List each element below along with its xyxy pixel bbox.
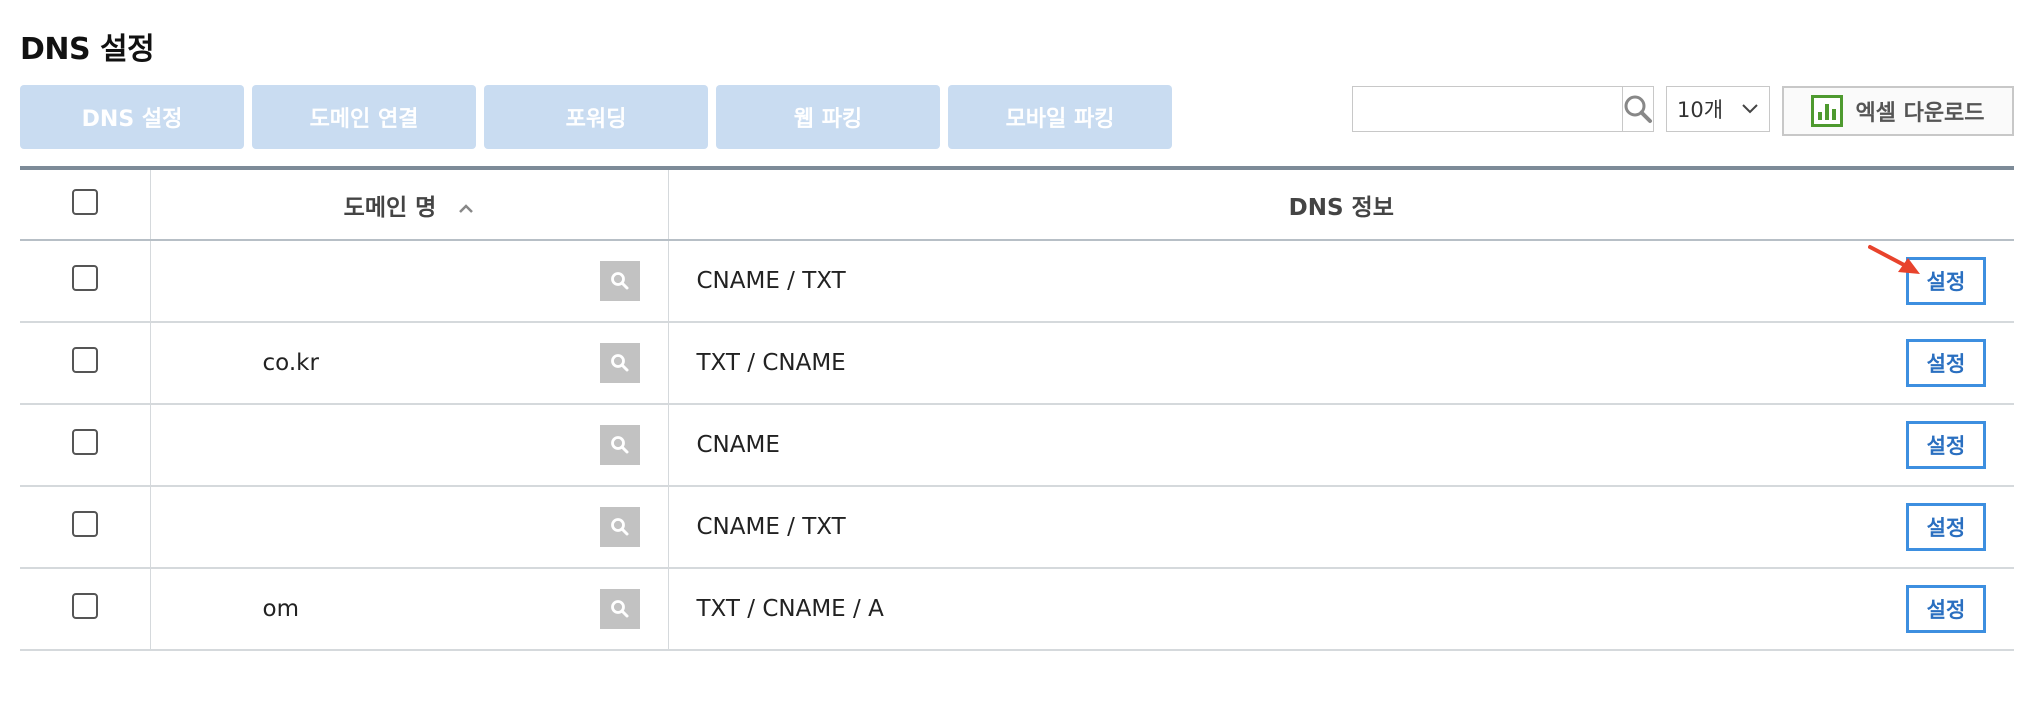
tab-domain-connect[interactable]: 도메인 연결 (252, 85, 476, 149)
excel-chart-icon (1811, 95, 1844, 127)
search-icon (610, 272, 628, 290)
table-row: co.kr TXT / CNAME 설정 (20, 322, 2014, 405)
tab-forwarding[interactable]: 포워딩 (484, 85, 708, 149)
dns-info: CNAME (696, 432, 780, 458)
header-domain-label: 도메인 명 (343, 194, 437, 221)
dns-settings-button[interactable]: 설정 (1906, 585, 1986, 633)
domain-table: 도메인 명 DNS 정보 CNAME / TXT 설정 co.kr TXT / … (20, 166, 2014, 651)
page-size-value: 10개 (1677, 98, 1724, 122)
search-input[interactable] (1353, 87, 1622, 131)
search-box (1352, 86, 1654, 132)
table-row: CNAME / TXT 설정 (20, 240, 2014, 323)
tab-mobile-parking[interactable]: 모바일 파킹 (948, 85, 1172, 149)
search-icon (610, 600, 628, 618)
dns-settings-button[interactable]: 설정 (1906, 421, 1986, 469)
table-header-row: 도메인 명 DNS 정보 (20, 168, 2014, 241)
tab-dns-settings[interactable]: DNS 설정 (20, 85, 244, 149)
dns-info: TXT / CNAME (696, 350, 846, 376)
tab-toolbar: DNS 설정 도메인 연결 포워딩 웹 파킹 모바일 파킹 (20, 85, 1172, 149)
page-title: DNS 설정 (20, 32, 155, 67)
domain-lookup-button[interactable] (599, 261, 640, 301)
row-checkbox[interactable] (71, 511, 98, 537)
domain-lookup-button[interactable] (599, 589, 640, 629)
table-row: CNAME / TXT 설정 (20, 486, 2014, 569)
search-icon (610, 436, 628, 454)
page-size-select[interactable]: 10개 (1666, 86, 1770, 132)
dns-info: CNAME / TXT (696, 268, 846, 294)
dns-settings-button[interactable]: 설정 (1906, 503, 1986, 551)
table-row: CNAME 설정 (20, 404, 2014, 487)
excel-download-button[interactable]: 엑셀 다운로드 (1782, 86, 2014, 136)
tab-web-parking[interactable]: 웹 파킹 (716, 85, 940, 149)
header-select-cell (20, 168, 151, 241)
dns-info: CNAME / TXT (696, 514, 846, 540)
annotation-arrow-icon (1868, 245, 1920, 274)
search-icon (1624, 95, 1652, 123)
search-icon (610, 354, 628, 372)
chevron-up-icon[interactable] (458, 198, 474, 219)
search-button[interactable] (1622, 87, 1653, 131)
dns-info: TXT / CNAME / A (696, 596, 884, 622)
row-checkbox[interactable] (71, 265, 98, 291)
row-checkbox[interactable] (71, 429, 98, 455)
domain-name: co.kr (262, 350, 319, 376)
chevron-down-icon (1742, 104, 1758, 114)
table-row: om TXT / CNAME / A 설정 (20, 568, 2014, 651)
search-icon (610, 518, 628, 536)
dns-settings-button[interactable]: 설정 (1906, 339, 1986, 387)
domain-lookup-button[interactable] (599, 425, 640, 465)
domain-lookup-button[interactable] (599, 343, 640, 383)
domain-name: om (262, 596, 299, 622)
domain-lookup-button[interactable] (599, 507, 640, 547)
row-checkbox[interactable] (71, 347, 98, 373)
header-dns: DNS 정보 (668, 168, 2014, 241)
header-domain[interactable]: 도메인 명 (150, 168, 669, 241)
row-checkbox[interactable] (71, 593, 98, 619)
excel-download-label: 엑셀 다운로드 (1855, 101, 1985, 126)
select-all-checkbox[interactable] (71, 188, 98, 215)
